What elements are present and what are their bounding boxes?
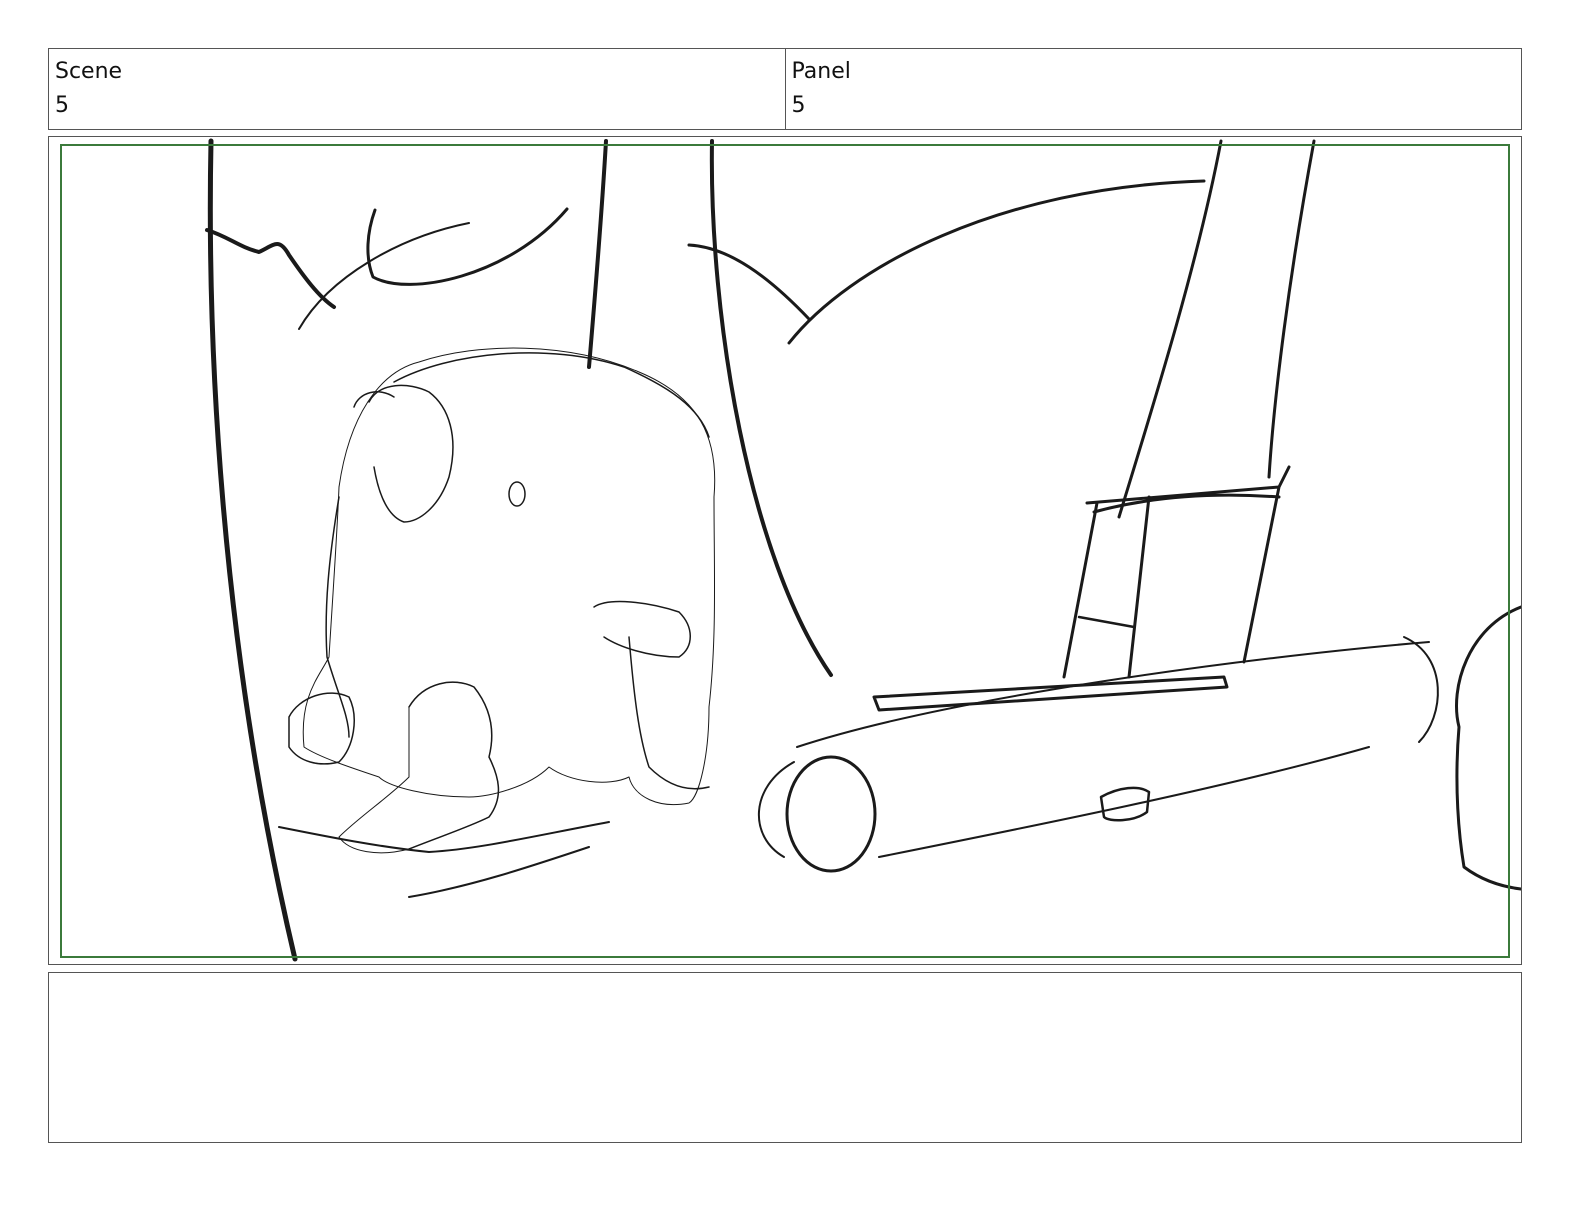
scene-label: Scene	[55, 59, 123, 84]
notes-box	[48, 972, 1522, 1143]
panel-number: 5	[791, 93, 806, 118]
panel-header: Scene 5 Panel 5	[48, 48, 1522, 130]
scene-cell: Scene 5	[49, 49, 785, 129]
scene-number: 5	[55, 93, 69, 118]
storyboard-frame	[48, 136, 1522, 965]
safe-area-frame	[60, 144, 1510, 958]
panel-cell: Panel 5	[784, 49, 1522, 129]
panel-label: Panel	[791, 59, 851, 84]
notes-text	[49, 973, 1521, 989]
